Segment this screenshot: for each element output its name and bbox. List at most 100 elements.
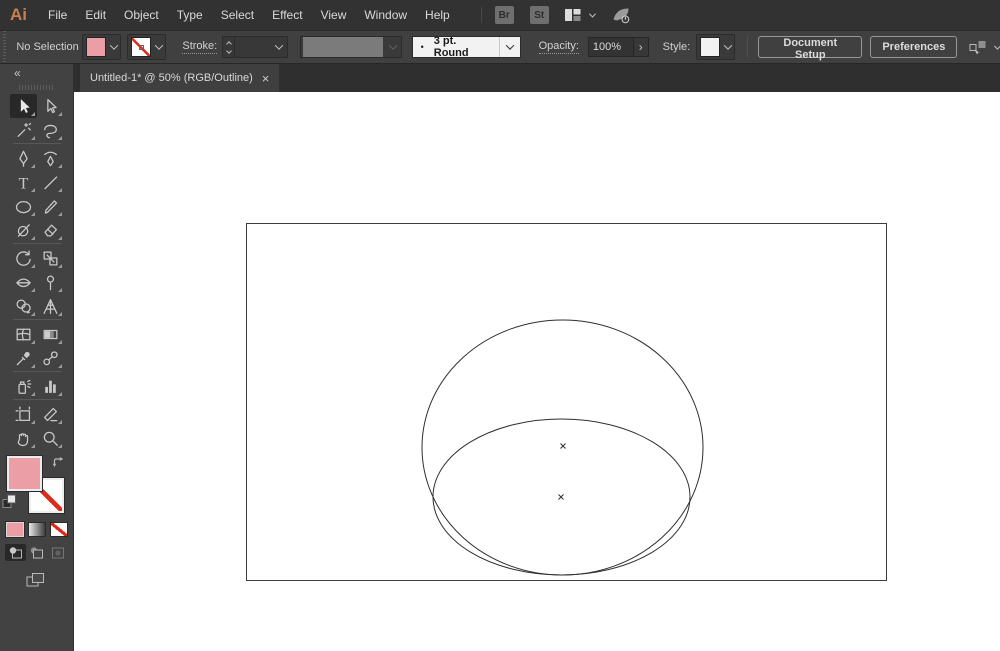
blend-tool[interactable] [37, 346, 64, 370]
style-chevron-icon[interactable] [723, 41, 733, 50]
eraser-tool[interactable] [37, 218, 64, 242]
selection-tool[interactable] [10, 94, 37, 118]
swap-fill-stroke-icon[interactable] [52, 455, 65, 473]
pen-tool[interactable] [10, 146, 37, 170]
eyedropper-tool[interactable] [10, 346, 37, 370]
opacity-panel-link[interactable]: Opacity: [538, 40, 579, 54]
brush-chevron-icon[interactable] [388, 41, 397, 50]
stroke-color-dropdown[interactable] [127, 34, 167, 60]
opacity-expand-button[interactable]: › [633, 37, 649, 57]
stroke-swatch[interactable] [131, 37, 152, 57]
zoom-tool[interactable] [37, 426, 64, 450]
gpu-performance-icon[interactable] [612, 7, 631, 24]
bridge-button[interactable]: Br [494, 6, 514, 24]
controlbar-grip[interactable] [0, 31, 8, 63]
select-similar-chevron-icon[interactable] [994, 42, 1000, 50]
draw-inside-button[interactable] [47, 544, 68, 561]
puppet-warp-tool[interactable] [37, 270, 64, 294]
slice-tool[interactable] [37, 402, 64, 426]
ellipse-tool[interactable] [10, 194, 37, 218]
stepper-up-icon[interactable] [225, 40, 232, 47]
tab-close-icon[interactable]: × [262, 72, 270, 85]
perspective-grid-tool[interactable] [37, 294, 64, 318]
default-fill-stroke-icon[interactable] [2, 494, 17, 514]
style-dropdown[interactable] [696, 34, 736, 60]
width-tool[interactable] [10, 270, 37, 294]
menu-item-help[interactable]: Help [416, 8, 459, 22]
draw-behind-button[interactable] [26, 544, 47, 561]
menu-item-effect[interactable]: Effect [263, 8, 311, 22]
controlbar-separator [747, 37, 749, 57]
tool-group-separator [13, 399, 61, 400]
variable-width-profile-dropdown[interactable]: • 3 pt. Round [411, 35, 521, 59]
document-setup-button[interactable]: Document Setup [758, 36, 863, 61]
illustrator-logo[interactable]: Ai [0, 5, 39, 25]
menubar: Ai File Edit Object Type Select Effect View Win… [0, 0, 1000, 30]
line-segment-tool[interactable] [37, 170, 64, 194]
stock-button[interactable]: St [529, 6, 549, 24]
shaper-tool[interactable] [10, 218, 37, 242]
mesh-tool[interactable] [10, 322, 37, 346]
lasso-tool[interactable] [37, 118, 64, 142]
opacity-input[interactable] [587, 37, 634, 57]
collapse-panel-icon[interactable]: « [14, 66, 21, 80]
document-tab[interactable]: Untitled-1* @ 50% (RGB/Outline) × [80, 64, 280, 92]
rotate-tool[interactable] [10, 246, 37, 270]
none-mode-button[interactable] [50, 522, 68, 537]
tools-grid: T [10, 94, 64, 450]
direct-selection-tool[interactable] [37, 94, 64, 118]
menu-item-edit[interactable]: Edit [76, 8, 115, 22]
gradient-tool[interactable] [37, 322, 64, 346]
hand-tool[interactable] [10, 426, 37, 450]
svg-text:T: T [19, 175, 29, 192]
menu-item-file[interactable]: File [39, 8, 76, 22]
select-similar-icon[interactable] [969, 39, 989, 56]
color-mode-row [5, 521, 68, 538]
fill-chevron-icon[interactable] [110, 41, 119, 50]
stroke-panel-link[interactable]: Stroke: [182, 40, 218, 54]
gradient-mode-button[interactable] [28, 522, 46, 537]
selection-status: No Selection [16, 41, 79, 53]
menu-item-window[interactable]: Window [355, 8, 416, 22]
stepper-down-icon[interactable] [225, 47, 232, 54]
scale-tool[interactable] [37, 246, 64, 270]
draw-normal-button[interactable] [5, 544, 26, 561]
tool-group-separator [13, 143, 61, 144]
color-mode-button[interactable] [5, 521, 25, 538]
fill-color-dropdown[interactable] [82, 34, 122, 60]
style-swatch[interactable] [700, 37, 721, 57]
type-tool[interactable]: T [10, 170, 37, 194]
width-profile-value: 3 pt. Round [433, 35, 469, 59]
workspace-switcher-icon[interactable] [564, 8, 581, 22]
menu-item-type[interactable]: Type [168, 8, 212, 22]
brush-definition-dropdown[interactable] [299, 36, 402, 58]
width-profile-chevron-icon[interactable] [505, 41, 514, 50]
artboard[interactable] [246, 223, 887, 581]
preferences-button[interactable]: Preferences [870, 36, 958, 58]
menu-item-select[interactable]: Select [212, 8, 263, 22]
shape-builder-tool[interactable] [10, 294, 37, 318]
magic-wand-tool[interactable] [10, 118, 37, 142]
stroke-chevron-icon[interactable] [155, 41, 164, 50]
artboard-tool[interactable] [10, 402, 37, 426]
tool-group-separator [13, 371, 61, 372]
stroke-weight-dropdown[interactable] [234, 36, 288, 58]
symbol-sprayer-tool[interactable] [10, 374, 37, 398]
menu-item-object[interactable]: Object [115, 8, 168, 22]
menubar-menus: File Edit Object Type Select Effect View Window… [39, 8, 459, 22]
screen-mode-icon[interactable] [26, 572, 46, 593]
menu-item-view[interactable]: View [312, 8, 356, 22]
fill-swatch[interactable] [86, 37, 107, 57]
stroke-weight-stepper[interactable] [222, 36, 235, 58]
curvature-tool[interactable] [37, 146, 64, 170]
tool-group-separator [13, 319, 61, 320]
tab-bar: Untitled-1* @ 50% (RGB/Outline) × [74, 64, 1000, 92]
weight-chevron-icon[interactable] [274, 41, 283, 50]
toolbar-grip[interactable] [19, 85, 55, 90]
workspace-chevron-icon[interactable] [588, 10, 596, 18]
canvas-area[interactable] [74, 92, 1000, 651]
paintbrush-tool[interactable] [37, 194, 64, 218]
fill-control[interactable] [7, 456, 42, 491]
column-graph-tool[interactable] [37, 374, 64, 398]
fill-stroke-control [0, 454, 74, 516]
